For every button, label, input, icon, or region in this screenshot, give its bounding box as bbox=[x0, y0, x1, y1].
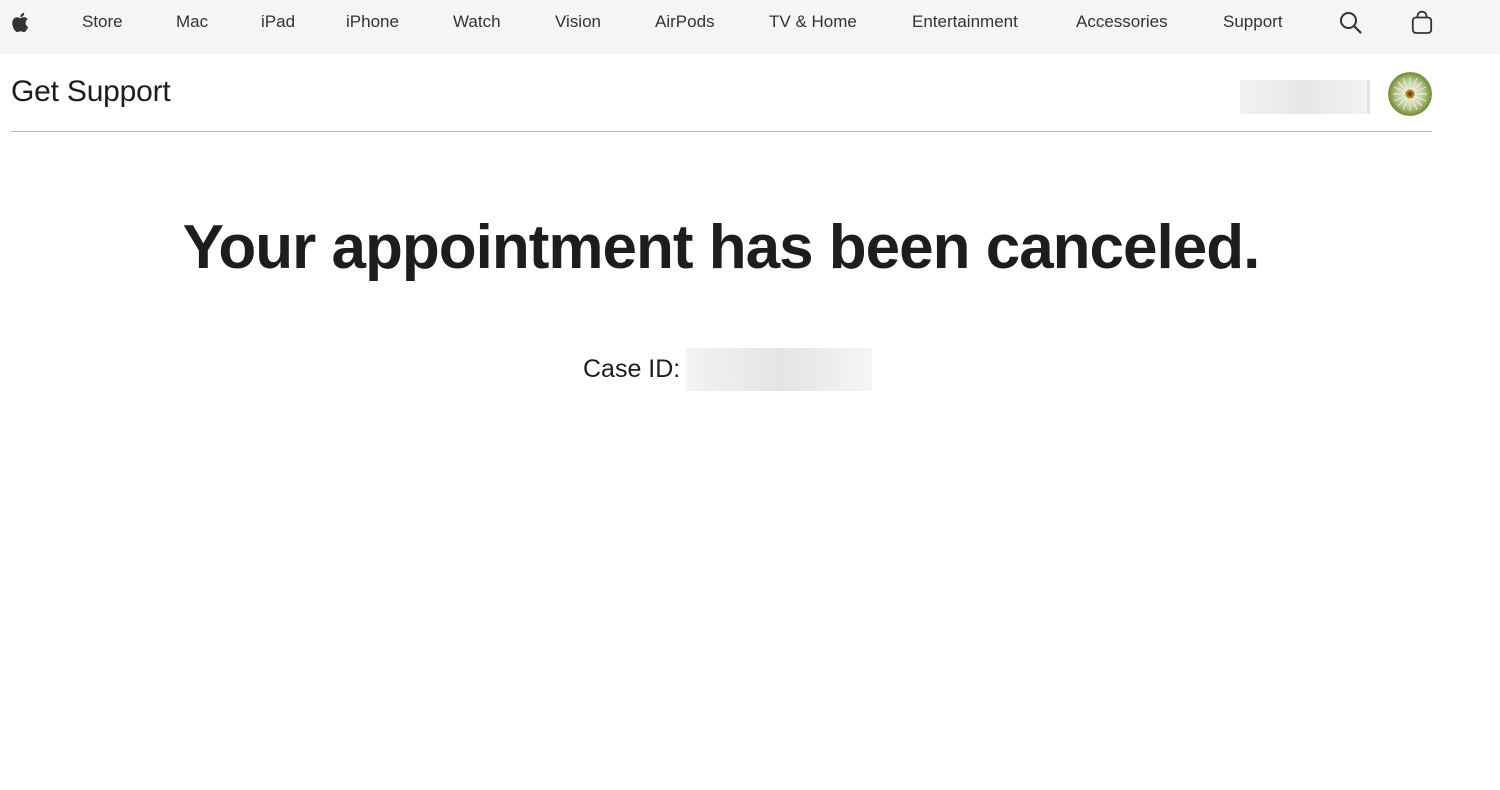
nav-item-store[interactable]: Store bbox=[82, 0, 123, 44]
search-icon[interactable] bbox=[1338, 10, 1364, 36]
dandelion-avatar[interactable] bbox=[1388, 72, 1432, 116]
nav-item-mac[interactable]: Mac bbox=[176, 0, 208, 44]
apple-logo-icon[interactable] bbox=[8, 9, 34, 35]
nav-item-support[interactable]: Support bbox=[1223, 0, 1283, 44]
nav-item-entertainment[interactable]: Entertainment bbox=[912, 0, 1018, 44]
nav-item-airpods[interactable]: AirPods bbox=[655, 0, 715, 44]
nav-item-tv-home[interactable]: TV & Home bbox=[769, 0, 857, 44]
nav-item-iphone[interactable]: iPhone bbox=[346, 0, 399, 44]
local-nav: Get Support bbox=[11, 54, 1432, 132]
case-id-label: Case ID: bbox=[583, 355, 681, 383]
case-id-value-redacted bbox=[686, 348, 873, 391]
cancellation-headline: Your appointment has been canceled. bbox=[182, 213, 1261, 282]
nav-item-vision[interactable]: Vision bbox=[555, 0, 601, 44]
nav-item-ipad[interactable]: iPad bbox=[261, 0, 295, 44]
shopping-bag-icon[interactable] bbox=[1409, 10, 1435, 36]
global-nav: Store Mac iPad iPhone Watch Vision AirPo… bbox=[0, 0, 1500, 54]
nav-item-watch[interactable]: Watch bbox=[453, 0, 501, 44]
account-name-redacted bbox=[1240, 80, 1370, 114]
page-title[interactable]: Get Support bbox=[11, 75, 171, 109]
nav-item-accessories[interactable]: Accessories bbox=[1076, 0, 1168, 44]
case-id-row: Case ID: bbox=[583, 348, 873, 391]
